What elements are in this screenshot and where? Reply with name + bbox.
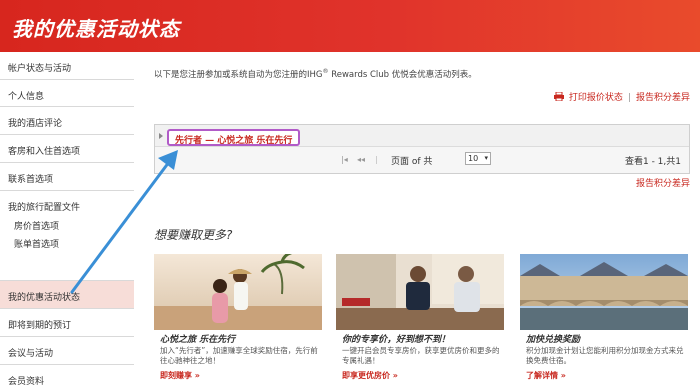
paris-bridge-image: [520, 254, 688, 330]
intro-text-rest: Rewards Club 优悦会优惠活动列表。: [328, 70, 477, 80]
pager-label: 页面 of 共: [391, 157, 433, 167]
report-discrepancy-link[interactable]: 报告积分差异: [636, 93, 690, 103]
sidebar-item-hotel-reviews[interactable]: 我的酒店评论: [0, 107, 134, 135]
sidebar-item-label: 我的优惠活动状态: [8, 293, 81, 303]
sidebar-item-label: 我的旅行配置文件: [8, 203, 81, 213]
sidebar-item-travel-profile[interactable]: 我的旅行配置文件 房价首选项 账单首选项: [0, 191, 134, 281]
promo-card-pacesetter[interactable]: 心悦之旅 乐在先行 加入“先行者”，加速赚享全球奖励住宿，先行前往心驰神往之地！…: [154, 254, 322, 385]
sidebar-item-label: 即将到期的预订: [8, 321, 72, 331]
sidebar-subitem-billing-preferences[interactable]: 账单首选项: [14, 237, 59, 250]
card-link[interactable]: 了解详情 »: [526, 370, 566, 381]
main-content: 以下是您注册参加或系统自动为您注册的IHG® Rewards Club 优悦会优…: [134, 52, 700, 385]
pagination-bar: |◂ ◂◂ | 页面 of 共 10 查看1 - 1,共1: [155, 148, 689, 174]
earn-more-heading: 想要赚取更多?: [154, 228, 233, 242]
card-title: 加快兑换奖励: [526, 335, 581, 345]
promotions-table: 先行者 — 心悦之旅 乐在先行 |◂ ◂◂ | 页面 of 共 10 查看1 -…: [154, 124, 690, 174]
first-page-icon[interactable]: |◂: [341, 155, 348, 164]
sidebar: 帐户状态与活动 个人信息 我的酒店评论 客房和入住首选项 联系首选项 我的旅行配…: [0, 52, 134, 385]
printer-icon: [553, 91, 564, 102]
card-link[interactable]: 即享更优房价 »: [342, 370, 398, 381]
sidebar-item-upcoming-reservations[interactable]: 即将到期的预订: [0, 309, 134, 337]
sidebar-item-account-status[interactable]: 帐户状态与活动: [0, 52, 134, 80]
expand-arrow-icon[interactable]: [159, 133, 163, 139]
sidebar-subitem-rate-preferences[interactable]: 房价首选项: [14, 219, 59, 232]
sidebar-item-personal-info[interactable]: 个人信息: [0, 80, 134, 107]
promotion-row: 先行者 — 心悦之旅 乐在先行: [155, 125, 689, 147]
card-description: 一键开启会员专享房价，获享更优房价和更多的专属礼遇！: [342, 346, 500, 365]
intro-text-part: 以下是您注册参加或系统自动为您注册的IHG: [154, 70, 323, 80]
card-title: 你的专享价，好到想不到！: [342, 335, 451, 345]
sidebar-item-member-profile[interactable]: 会员资料: [0, 365, 134, 385]
promo-card-points-cash[interactable]: 加快兑换奖励 积分加现金计划让您能利用积分加现金方式来兑换免费住宿。 了解详情 …: [520, 254, 688, 385]
sidebar-item-label: 会议与活动: [8, 349, 54, 359]
page-header: 我的优惠活动状态: [0, 0, 700, 52]
sidebar-item-label: 会员资料: [8, 377, 45, 385]
pager-divider: |: [375, 155, 378, 164]
hotel-checkin-image: [336, 254, 504, 330]
card-description: 加入“先行者”，加速赚享全球奖励住宿，先行前往心驰神往之地！: [160, 346, 318, 365]
card-link[interactable]: 即刻赚享 »: [160, 370, 200, 381]
promo-card-member-rate[interactable]: 你的专享价，好到想不到！ 一键开启会员专享房价，获享更优房价和更多的专属礼遇！ …: [336, 254, 504, 385]
sidebar-item-label: 我的酒店评论: [8, 119, 63, 129]
sidebar-item-label: 帐户状态与活动: [8, 64, 72, 74]
print-status-link[interactable]: 打印报价状态: [569, 93, 623, 103]
page-title: 我的优惠活动状态: [12, 17, 180, 41]
sidebar-item-meetings-events[interactable]: 会议与活动: [0, 337, 134, 365]
page-size-select[interactable]: 10: [465, 152, 491, 165]
card-description: 积分加现金计划让您能利用积分加现金方式来兑换免费住宿。: [526, 346, 684, 365]
intro-text: 以下是您注册参加或系统自动为您注册的IHG® Rewards Club 优悦会优…: [154, 68, 477, 80]
beach-couple-image: [154, 254, 322, 330]
record-count: 查看1 - 1,共1: [624, 157, 681, 167]
sidebar-item-promotions[interactable]: 我的优惠活动状态: [0, 281, 134, 309]
sidebar-item-label: 个人信息: [8, 92, 45, 102]
top-links: 打印报价状态 | 报告积分差异: [553, 90, 690, 103]
sidebar-item-label: 联系首选项: [8, 175, 54, 185]
report-discrepancy-link-2[interactable]: 报告积分差异: [636, 176, 690, 189]
card-title: 心悦之旅 乐在先行: [160, 335, 236, 345]
sidebar-item-label: 客房和入住首选项: [8, 147, 81, 157]
link-separator: |: [627, 93, 631, 103]
prev-page-icon[interactable]: ◂◂: [357, 155, 365, 164]
promotion-name-link[interactable]: 先行者 — 心悦之旅 乐在先行: [167, 129, 301, 146]
sidebar-item-room-preferences[interactable]: 客房和入住首选项: [0, 135, 134, 163]
sidebar-item-contact-preferences[interactable]: 联系首选项: [0, 163, 134, 191]
